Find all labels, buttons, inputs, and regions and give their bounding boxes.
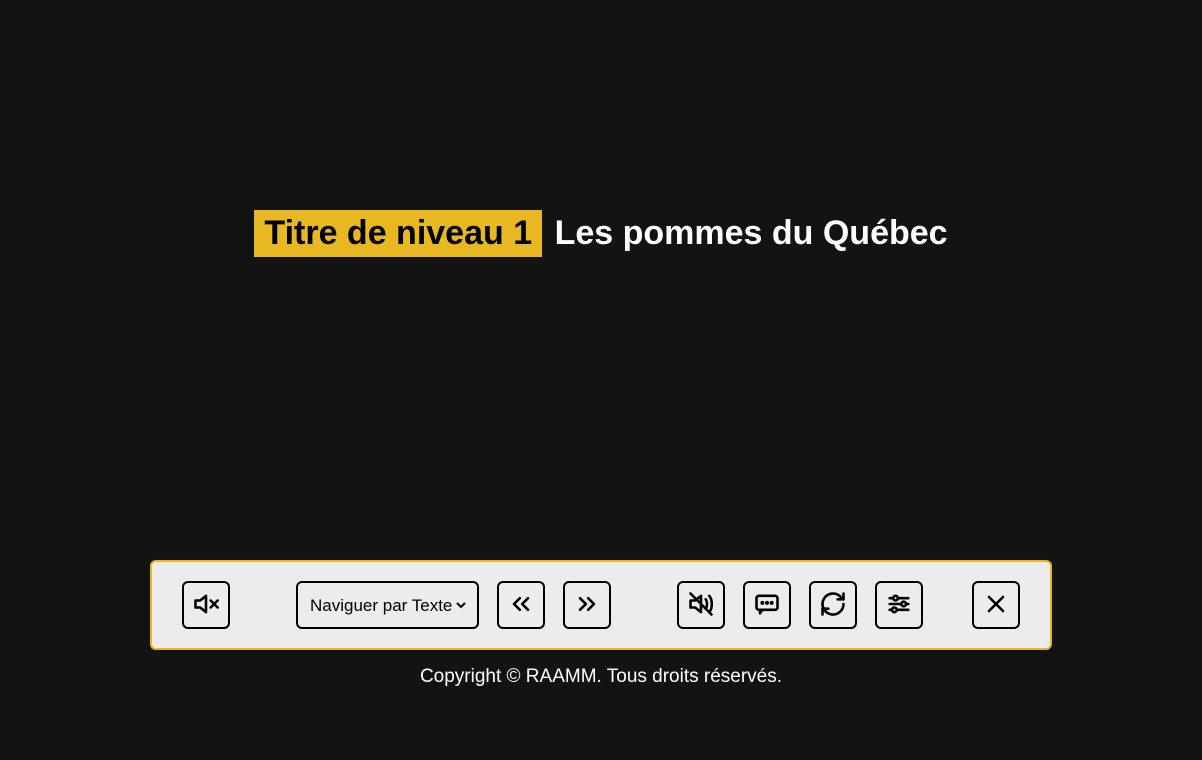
chevrons-left-icon [507, 590, 535, 621]
chevrons-right-icon [573, 590, 601, 621]
sliders-icon [885, 590, 913, 621]
refresh-icon [819, 590, 847, 621]
heading-level-badge: Titre de niveau 1 [254, 210, 542, 257]
mute-button[interactable] [182, 581, 230, 629]
reload-button[interactable] [809, 581, 857, 629]
captions-button[interactable] [743, 581, 791, 629]
voice-off-button[interactable] [677, 581, 725, 629]
close-icon [982, 590, 1010, 621]
prev-button[interactable] [497, 581, 545, 629]
navigation-mode-select[interactable]: Naviguer par Texte [306, 595, 469, 616]
voice-off-icon [687, 590, 715, 621]
next-button[interactable] [563, 581, 611, 629]
page-heading: Titre de niveau 1 Les pommes du Québec [0, 210, 1202, 257]
app-stage: Titre de niveau 1 Les pommes du Québec N… [0, 0, 1202, 760]
reader-toolbar: Naviguer par Texte [150, 560, 1052, 650]
heading-title: Les pommes du Québec [555, 214, 948, 253]
close-button[interactable] [972, 581, 1020, 629]
volume-mute-icon [192, 590, 220, 621]
footer-copyright: Copyright © RAAMM. Tous droits réservés. [0, 666, 1202, 688]
navigation-mode-select-wrap[interactable]: Naviguer par Texte [296, 581, 479, 629]
settings-button[interactable] [875, 581, 923, 629]
message-square-icon [753, 590, 781, 621]
